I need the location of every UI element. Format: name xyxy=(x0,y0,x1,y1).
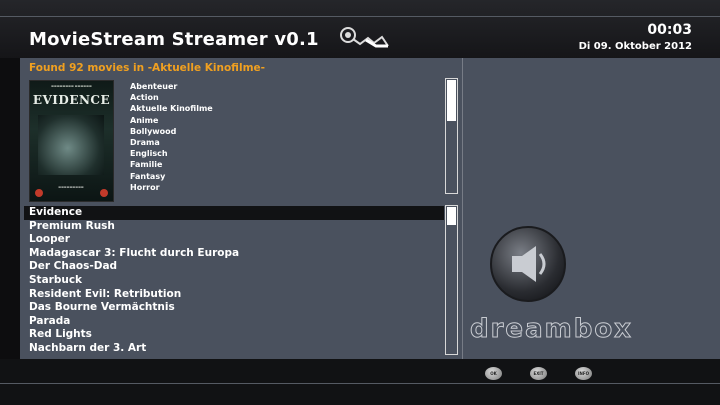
date: Di 09. Oktober 2012 xyxy=(578,41,692,52)
genre-item[interactable]: Horror xyxy=(130,182,213,193)
genre-item[interactable]: Aktuelle Kinofilme xyxy=(130,103,213,114)
movie-list[interactable]: Evidence Premium Rush Looper Madagascar 3: … xyxy=(24,206,444,356)
movie-row[interactable]: Red Lights xyxy=(24,328,444,342)
movie-row[interactable]: Das Bourne Vermächtnis xyxy=(24,301,444,315)
ok-button-icon[interactable]: OK xyxy=(485,367,502,380)
result-count-header: Found 92 movies in -Aktuelle Kinofilme- xyxy=(29,62,265,74)
genre-scrollbar-thumb[interactable] xyxy=(447,80,456,121)
genre-item[interactable]: Englisch xyxy=(130,148,213,159)
clock: 00:03 xyxy=(647,22,692,38)
bottom-divider xyxy=(0,383,720,384)
poster-credits: ▬▬▬▬▬▬▬▬▬ xyxy=(58,185,84,189)
movie-row[interactable]: Looper xyxy=(24,233,444,247)
genre-item[interactable]: Bollywood xyxy=(130,126,213,137)
movie-scrollbar-thumb[interactable] xyxy=(447,207,456,225)
movie-row[interactable]: Resident Evil: Retribution xyxy=(24,288,444,302)
poster-artwork xyxy=(38,115,104,175)
app-title: MovieStream Streamer v0.1 xyxy=(29,29,319,50)
movie-row[interactable]: Parada xyxy=(24,315,444,329)
genre-item[interactable]: Familie xyxy=(130,159,213,170)
satellite-dish-icon xyxy=(340,27,389,48)
movie-row[interactable]: Evidence xyxy=(24,206,444,220)
movie-row[interactable]: Der Chaos-Dad xyxy=(24,260,444,274)
genre-item[interactable]: Fantasy xyxy=(130,171,213,182)
speaker-logo-icon xyxy=(490,226,566,302)
bottom-bar xyxy=(0,359,720,405)
movie-row[interactable]: Nachbarn der 3. Art xyxy=(24,342,444,356)
genre-item[interactable]: Abenteuer xyxy=(130,81,213,92)
poster-tagline: ▬▬▬▬▬▬▬▬ ▬▬▬▬▬▬ xyxy=(51,84,92,88)
genre-item[interactable]: Anime xyxy=(130,115,213,126)
genre-list[interactable]: Abenteuer Action Aktuelle Kinofilme Anime Bo… xyxy=(130,81,213,193)
movie-scrollbar[interactable] xyxy=(445,205,458,355)
movie-row[interactable]: Starbuck xyxy=(24,274,444,288)
genre-item[interactable]: Drama xyxy=(130,137,213,148)
left-margin xyxy=(0,58,20,359)
movie-poster: ▬▬▬▬▬▬▬▬ ▬▬▬▬▬▬ EVIDENCE ▬▬▬▬▬▬▬▬▬ xyxy=(29,80,114,202)
movie-row[interactable]: Premium Rush xyxy=(24,220,444,234)
top-divider xyxy=(0,16,720,17)
brand-logo: dreambox xyxy=(470,314,633,345)
poster-title: EVIDENCE xyxy=(32,93,111,107)
rating-badge-icon xyxy=(100,189,108,197)
genre-item[interactable]: Action xyxy=(130,92,213,103)
genre-scrollbar[interactable] xyxy=(445,78,458,194)
movie-row[interactable]: Madagascar 3: Flucht durch Europa xyxy=(24,247,444,261)
exit-button-icon[interactable]: EXIT xyxy=(530,367,547,380)
rating-badge-icon xyxy=(35,189,43,197)
info-button-icon[interactable]: INFO xyxy=(575,367,592,380)
